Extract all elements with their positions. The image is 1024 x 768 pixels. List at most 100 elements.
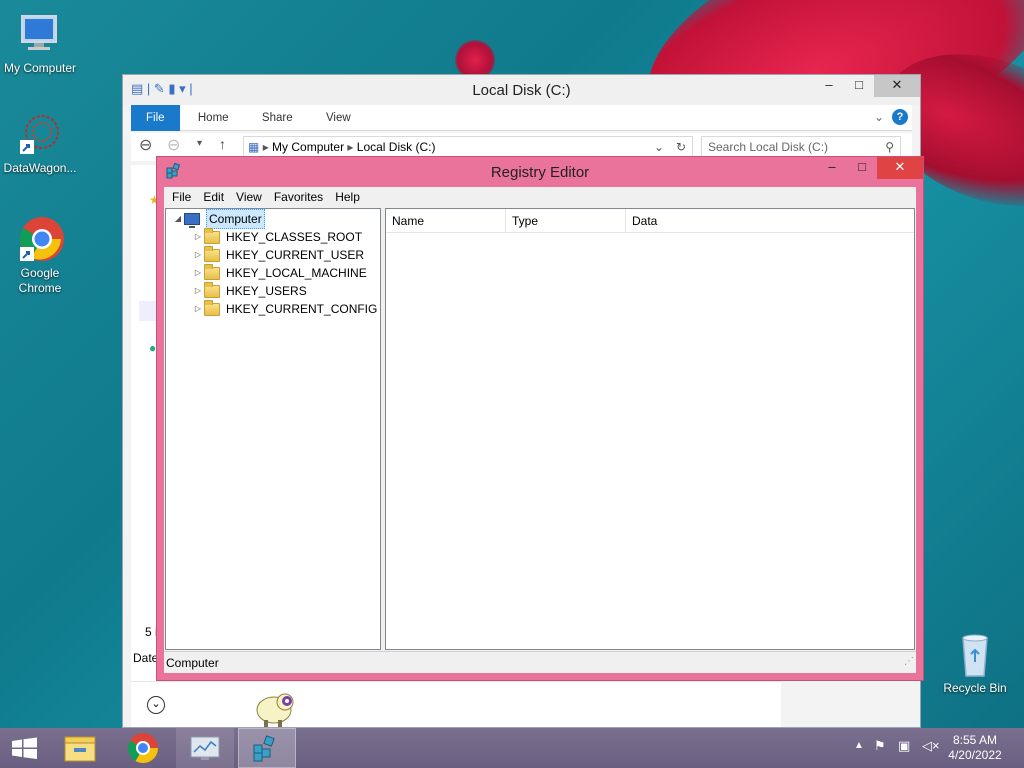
tree-item-hkey-local-machine[interactable]: ▷ HKEY_LOCAL_MACHINE (192, 263, 367, 282)
chevron-down-icon[interactable]: ⌄ (654, 137, 664, 157)
status-bar: Computer ⋰ (164, 651, 916, 673)
tab-view[interactable]: View (311, 105, 366, 131)
tree-item-label: Computer (206, 209, 265, 229)
recent-locations-icon[interactable]: ▾ (197, 138, 202, 149)
chevron-down-icon[interactable]: ⌄ (874, 110, 884, 124)
taskbar-resource-monitor[interactable] (176, 728, 234, 768)
monitor-icon (190, 736, 220, 760)
close-button[interactable]: ✕ (874, 75, 920, 97)
desktop-icon-my-computer[interactable]: My Computer (0, 10, 80, 76)
tab-file[interactable]: File (131, 105, 180, 131)
resize-grip-icon[interactable]: ⋰ (904, 651, 914, 673)
minimize-button[interactable]: – (814, 75, 844, 97)
search-input[interactable]: Search Local Disk (C:) ⚲ (701, 136, 901, 158)
folder-icon (204, 227, 220, 244)
clock-time: 8:55 AM (952, 733, 998, 747)
forward-arrow-icon[interactable]: ⊖ (167, 135, 180, 155)
clock-date: 4/20/2022 (948, 748, 1002, 762)
taskbar-registry-editor[interactable] (238, 728, 296, 768)
status-text: Computer (166, 656, 219, 670)
ribbon-tabs: File Home Share View ⌄ ? (131, 105, 912, 131)
close-button[interactable]: ✕ (877, 157, 923, 179)
desktop-icon-datawagon[interactable]: DataWagon... (0, 110, 80, 176)
desktop-icon-google-chrome[interactable]: Google Chrome (0, 215, 80, 296)
maximize-button[interactable]: □ (847, 157, 877, 179)
up-arrow-icon[interactable]: ↑ (219, 136, 226, 152)
registry-editor-window[interactable]: Registry Editor – □ ✕ File Edit View Fav… (156, 156, 924, 681)
recycle-bin-icon (951, 630, 999, 678)
back-arrow-icon[interactable]: ⊖ (139, 135, 152, 155)
menu-favorites[interactable]: Favorites (268, 190, 329, 204)
explorer-bottom-area: ⌄ (131, 681, 781, 727)
column-header-name[interactable]: Name (386, 209, 506, 233)
desktop-icon-label: Recycle Bin (943, 681, 1007, 695)
volume-muted-icon[interactable]: ◁× (922, 738, 940, 754)
clock[interactable]: 8:55 AM 4/20/2022 (940, 733, 1010, 763)
folder-icon (204, 281, 220, 298)
regedit-icon (253, 735, 275, 762)
collapse-arrow-icon[interactable]: ◢ (172, 210, 184, 228)
expand-arrow-icon[interactable]: ▷ (192, 246, 204, 264)
tree-item-label: HKEY_CURRENT_USER (226, 248, 365, 262)
tree-item-label: HKEY_CURRENT_CONFIG (226, 302, 378, 316)
menu-file[interactable]: File (166, 190, 197, 204)
expand-arrow-icon[interactable]: ▷ (192, 300, 204, 318)
show-hidden-icons-icon[interactable]: ▲ (854, 740, 864, 751)
desktop-icon-label: Google Chrome (18, 266, 62, 295)
expand-arrow-icon[interactable]: ▷ (192, 264, 204, 282)
refresh-icon[interactable]: ↻ (676, 137, 686, 157)
tab-share[interactable]: Share (247, 105, 308, 131)
minimize-button[interactable]: – (817, 157, 847, 179)
search-icon[interactable]: ⚲ (885, 137, 894, 157)
date-header: Date (133, 651, 159, 665)
action-center-flag-icon[interactable]: ⚑ (874, 738, 886, 754)
computer-icon (16, 10, 64, 58)
explorer-title: Local Disk (C:) (472, 82, 571, 99)
desktop-icon-recycle-bin[interactable]: Recycle Bin (935, 630, 1015, 696)
tree-item-computer[interactable]: ◢ Computer (172, 209, 265, 229)
menu-view[interactable]: View (230, 190, 268, 204)
breadcrumb-item-local-disk[interactable]: Local Disk (C:) (357, 140, 436, 154)
chrome-icon (16, 215, 64, 263)
key-tree-pane[interactable]: ◢ Computer ▷ HKEY_CLASSES_ROOT ▷ HKEY_CU… (165, 208, 381, 650)
expand-arrow-icon[interactable]: ▷ (192, 228, 204, 246)
tree-item-hkey-classes-root[interactable]: ▷ HKEY_CLASSES_ROOT (192, 227, 363, 246)
network-icon[interactable]: ▣ (898, 738, 910, 754)
tab-home[interactable]: Home (183, 105, 244, 131)
tree-item-hkey-current-user[interactable]: ▷ HKEY_CURRENT_USER (192, 245, 365, 264)
folder-icon (204, 245, 220, 262)
system-tray: ▲ ⚑ ▣ ◁× 8:55 AM 4/20/2022 (844, 728, 1024, 768)
values-list-pane[interactable]: Name Type Data (385, 208, 915, 650)
datawagon-icon (16, 110, 64, 158)
desktop-icon-label: My Computer (3, 61, 77, 75)
sheep-mascot-icon[interactable] (254, 688, 298, 728)
expand-arrow-icon[interactable]: ▷ (192, 282, 204, 300)
breadcrumb-item-my-computer[interactable]: My Computer (272, 140, 344, 154)
computer-small-icon: ▦ (248, 140, 260, 154)
taskbar-file-explorer[interactable] (52, 728, 110, 768)
column-header-data[interactable]: Data (626, 209, 914, 233)
expand-circle-icon[interactable]: ⌄ (147, 696, 165, 714)
menu-bar: File Edit View Favorites Help (164, 187, 916, 207)
start-button[interactable] (0, 728, 58, 768)
tree-item-hkey-current-config[interactable]: ▷ HKEY_CURRENT_CONFIG (192, 299, 378, 318)
taskbar-chrome[interactable] (114, 728, 172, 768)
regedit-title: Registry Editor (490, 164, 590, 181)
explorer-titlebar[interactable]: ▤ | ✎ ▮ ▾ | Local Disk (C:) – □ ✕ (123, 75, 920, 105)
column-header-type[interactable]: Type (506, 209, 626, 233)
regedit-client-area: File Edit View Favorites Help ◢ Computer… (164, 187, 916, 673)
help-icon[interactable]: ? (892, 109, 908, 125)
breadcrumb[interactable]: ▦ ▸ My Computer ▸ Local Disk (C:) ⌄ ↻ (243, 136, 693, 158)
tree-item-hkey-users[interactable]: ▷ HKEY_USERS (192, 281, 307, 300)
folder-icon (204, 263, 220, 280)
tree-item-label: HKEY_CLASSES_ROOT (226, 230, 363, 244)
menu-help[interactable]: Help (329, 190, 366, 204)
maximize-button[interactable]: □ (844, 75, 874, 97)
list-header: Name Type Data (386, 209, 914, 233)
search-placeholder: Search Local Disk (C:) (708, 140, 829, 154)
computer-icon (184, 213, 200, 228)
tree-item-label: HKEY_USERS (226, 284, 307, 298)
menu-edit[interactable]: Edit (197, 190, 230, 204)
regedit-titlebar[interactable]: Registry Editor – □ ✕ (157, 157, 923, 187)
desktop-icon-label: DataWagon... (3, 161, 77, 175)
